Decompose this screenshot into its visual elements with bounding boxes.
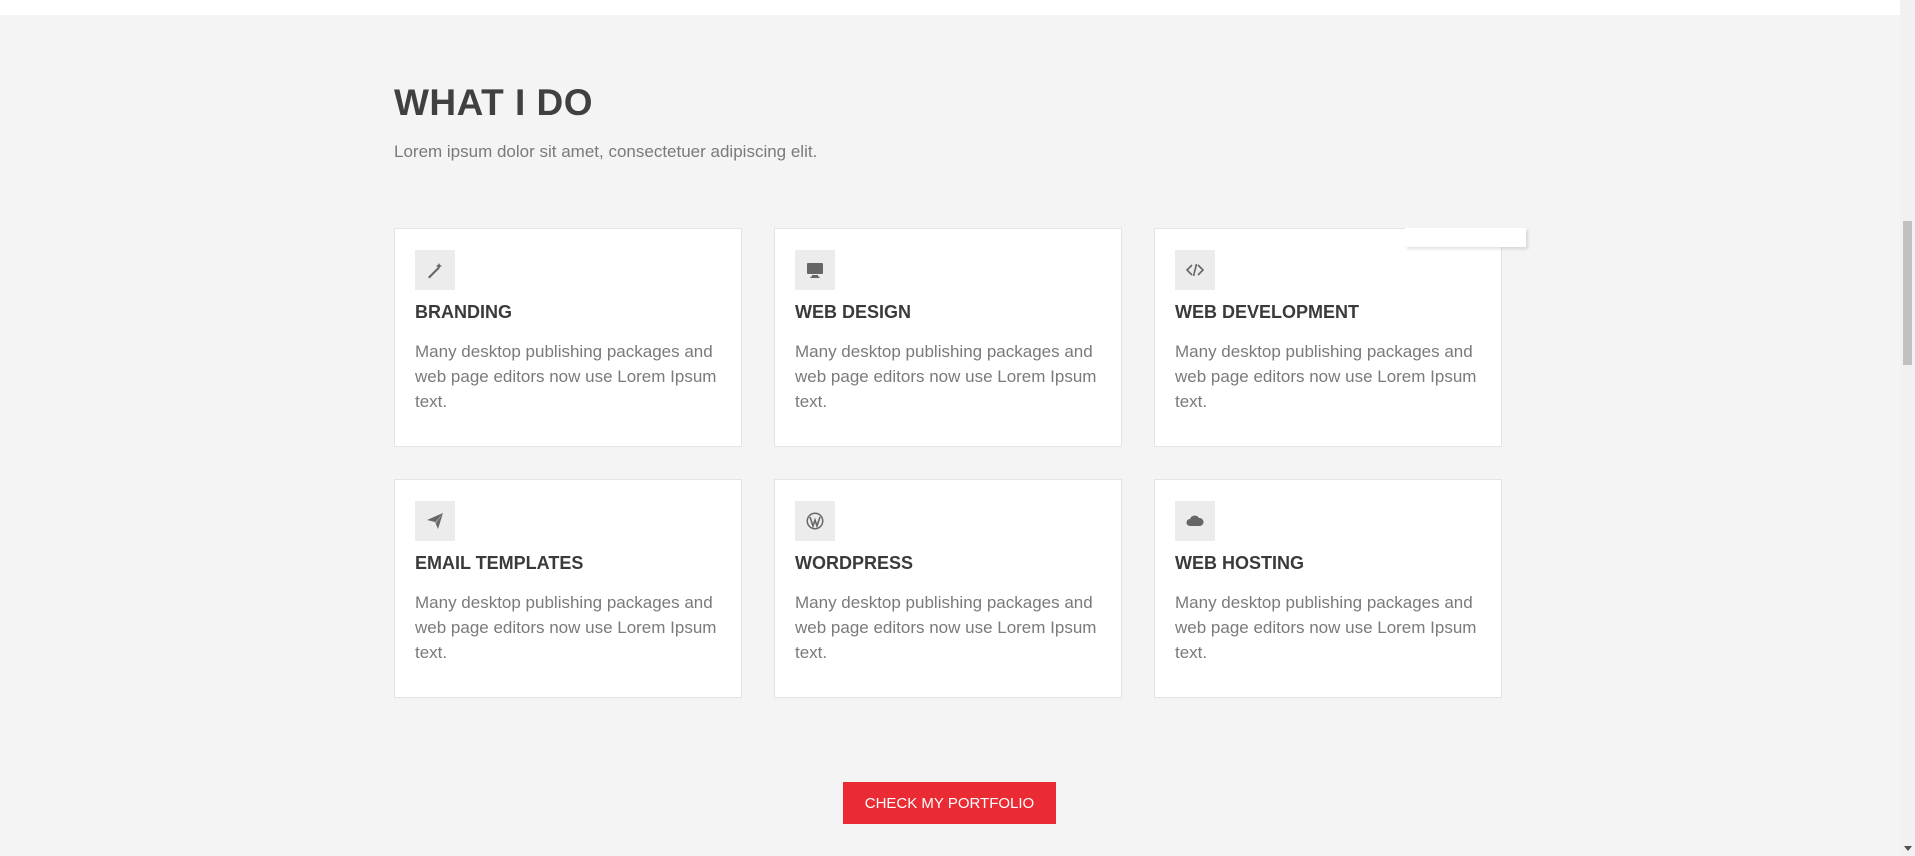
top-navigation-strip: [0, 0, 1900, 15]
service-card-web-hosting: WEB HOSTING Many desktop publishing pack…: [1154, 479, 1502, 698]
service-title: WEB HOSTING: [1175, 553, 1304, 573]
service-title: BRANDING: [415, 302, 512, 322]
code-icon: [1175, 250, 1215, 290]
floating-overlay-box: [1405, 228, 1526, 247]
scroll-down-arrow-icon[interactable]: [1904, 846, 1912, 851]
desktop-icon: [795, 250, 835, 290]
magic-wand-icon: [415, 250, 455, 290]
section-heading: WHAT I DO: [394, 82, 594, 123]
service-title: WEB DEVELOPMENT: [1175, 302, 1360, 322]
service-card-branding: BRANDING Many desktop publishing package…: [394, 228, 742, 447]
service-card-email-templates: EMAIL TEMPLATES Many desktop publishing …: [394, 479, 742, 698]
service-description: Many desktop publishing packages and web…: [795, 593, 1097, 662]
service-description: Many desktop publishing packages and web…: [415, 593, 717, 662]
service-card-wordpress: WORDPRESS Many desktop publishing packag…: [774, 479, 1122, 698]
service-title: WORDPRESS: [795, 553, 914, 573]
service-description: Many desktop publishing packages and web…: [415, 342, 717, 411]
cloud-icon: [1175, 501, 1215, 541]
check-portfolio-button[interactable]: CHECK MY PORTFOLIO: [843, 782, 1056, 824]
service-description: Many desktop publishing packages and web…: [795, 342, 1097, 411]
wordpress-icon: [795, 501, 835, 541]
service-title: EMAIL TEMPLATES: [415, 553, 584, 573]
paper-plane-icon: [415, 501, 455, 541]
section-subheading: Lorem ipsum dolor sit amet, consectetuer…: [394, 142, 818, 161]
service-card-web-development: WEB DEVELOPMENT Many desktop publishing …: [1154, 228, 1502, 447]
service-card-web-design: WEB DESIGN Many desktop publishing packa…: [774, 228, 1122, 447]
service-description: Many desktop publishing packages and web…: [1175, 342, 1477, 411]
page-scrollbar[interactable]: [1900, 0, 1915, 856]
scrollbar-thumb[interactable]: [1903, 221, 1912, 365]
service-description: Many desktop publishing packages and web…: [1175, 593, 1477, 662]
service-title: WEB DESIGN: [795, 302, 912, 322]
